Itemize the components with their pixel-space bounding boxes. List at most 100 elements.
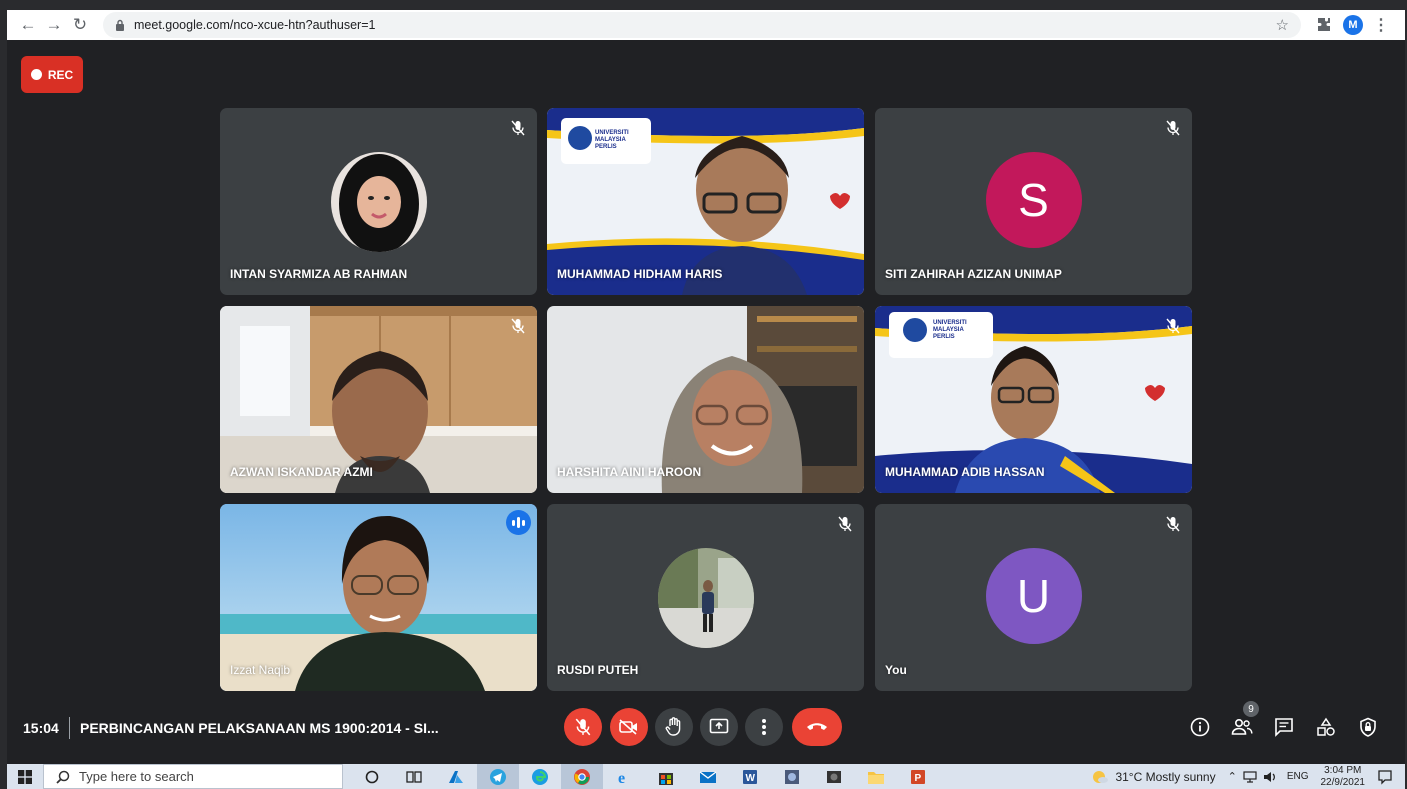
windows-taskbar: Type here to search e W P 31°C Mostly su… [7,764,1405,789]
taskbar-app-mail[interactable] [687,764,729,789]
taskbar-app-telegram[interactable] [477,764,519,789]
svg-text:W: W [746,773,756,784]
powerpoint-icon: P [911,769,925,784]
more-options-button[interactable] [745,708,783,746]
participant-tile[interactable]: U You [875,504,1192,691]
participant-tile[interactable]: S SITI ZAHIRAH AZIZAN UNIMAP [875,108,1192,295]
chat-button[interactable] [1273,716,1295,738]
participant-name: MUHAMMAD HIDHAM HARIS [557,267,723,281]
participant-name: AZWAN ISKANDAR AZMI [230,465,373,479]
participant-tile[interactable]: AZWAN ISKANDAR AZMI [220,306,537,493]
people-icon [1231,718,1253,735]
word-icon: W [743,769,757,784]
participant-tile[interactable]: UNIVERSITI MALAYSIA PERLIS MUHAMMAD ADIB… [875,306,1192,493]
language-indicator[interactable]: ENG [1287,771,1309,782]
notification-icon[interactable] [1377,769,1393,785]
reload-icon[interactable]: ↻ [67,12,93,38]
chrome-icon [574,768,590,785]
leave-call-button[interactable] [792,708,842,746]
taskbar-app-explorer[interactable] [855,764,897,789]
taskbar-app-store[interactable] [645,764,687,789]
meeting-title[interactable]: PERBINCANGAN PELAKSANAAN MS 1900:2014 - … [80,720,439,736]
store-bag-icon [659,772,673,785]
internet-explorer-icon: e [618,770,625,786]
profile-avatar[interactable]: M [1343,15,1363,35]
toggle-camera-button[interactable] [610,708,648,746]
edge-icon [532,768,548,785]
mic-off-icon [511,120,525,136]
taskbar-search[interactable]: Type here to search [43,764,343,789]
participant-initial-avatar: U [985,548,1082,644]
taskbar-app-edge[interactable] [519,764,561,789]
participant-tile[interactable]: UNIVERSITI MALAYSIA PERLIS MUHAMMAD HIDH… [547,108,864,295]
telegram-icon [490,768,506,785]
camera-app-icon [827,770,841,783]
present-screen-button[interactable] [700,708,738,746]
meeting-details-button[interactable] [1189,716,1211,738]
taskbar-app-powerpoint[interactable]: P [897,764,939,789]
back-icon[interactable]: ← [15,12,41,38]
activities-button[interactable] [1315,716,1337,738]
taskbar-app-photos[interactable] [771,764,813,789]
extensions-puzzle-icon[interactable] [1315,16,1333,34]
divider [69,717,70,739]
speaking-indicator-icon [506,510,531,535]
activities-shapes-icon [1317,717,1335,736]
participant-photo [657,548,754,648]
folder-icon [868,771,884,784]
toggle-mic-button[interactable] [564,708,602,746]
network-icon[interactable] [1243,770,1257,783]
clock-date: 22/9/2021 [1320,776,1366,788]
taskbar-clock[interactable]: 3:04 PM 22/9/2021 [1321,765,1366,789]
host-controls-button[interactable] [1357,716,1379,738]
start-button[interactable] [7,764,43,789]
mic-off-icon [1166,516,1180,532]
record-dot-icon [30,69,42,80]
bookmark-star-icon[interactable]: ☆ [1276,16,1289,34]
url-text[interactable]: meet.google.com/nco-xcue-htn?authuser=1 [134,18,1276,32]
weather-text[interactable]: 31°C Mostly sunny [1115,770,1215,784]
meeting-clock: 15:04 [23,720,59,736]
taskbar-app-chrome[interactable] [561,764,603,789]
chevron-up-icon[interactable]: ⌃ [1228,770,1237,783]
taskbar-app-word[interactable]: W [729,764,771,789]
browser-menu-icon[interactable]: ⋮ [1373,15,1389,35]
hang-up-icon [807,723,827,730]
raise-hand-button[interactable] [655,708,693,746]
mic-off-icon [838,516,852,532]
participant-tile[interactable]: RUSDI PUTEH [547,504,864,691]
taskbar-app-ie[interactable]: e [603,764,645,789]
address-bar[interactable]: meet.google.com/nco-xcue-htn?authuser=1 … [103,12,1301,38]
participant-name: RUSDI PUTEH [557,663,639,677]
people-button[interactable] [1231,716,1253,738]
shield-lock-icon [1360,717,1376,737]
mail-icon [699,770,717,783]
weather-sun-icon [1093,770,1109,783]
system-tray: 31°C Mostly sunny ⌃ ENG 3:04 PM 22/9/202… [1091,764,1405,789]
participant-tile[interactable]: Izzat Naqib [220,504,537,691]
task-view-button[interactable] [393,764,435,789]
chat-icon [1275,718,1293,737]
participant-photo [330,152,427,252]
azure-icon [449,770,463,783]
participant-tile[interactable]: HARSHITA AINI HAROON [547,306,864,493]
cortana-button[interactable] [351,764,393,789]
svg-text:P: P [915,773,922,784]
forward-icon[interactable]: → [41,12,67,38]
search-icon [56,770,70,784]
photos-icon [785,769,799,784]
mic-off-icon [511,318,525,334]
hand-icon [665,717,681,736]
participant-name: HARSHITA AINI HAROON [557,465,702,479]
mic-off-icon [1166,120,1180,136]
lock-icon [116,19,124,31]
mic-off-icon [575,718,591,736]
recording-label: REC [47,67,74,82]
taskbar-app-cloud[interactable] [435,764,477,789]
camera-off-icon [619,719,637,735]
banner-logo: UNIVERSITI MALAYSIA PERLIS [595,130,629,150]
participant-tile[interactable]: INTAN SYARMIZA AB RAHMAN [220,108,537,295]
taskbar-app-camera[interactable] [813,764,855,789]
volume-icon[interactable] [1263,771,1277,783]
participant-name: You [885,663,907,677]
